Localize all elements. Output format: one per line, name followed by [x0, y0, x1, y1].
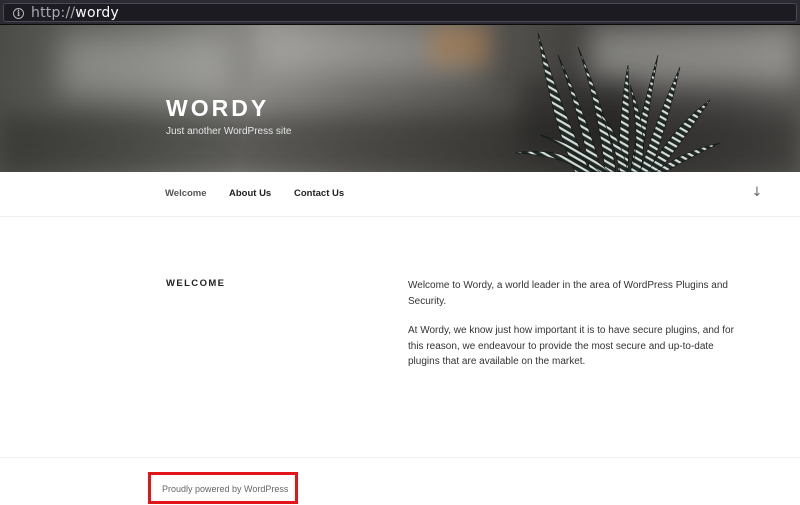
url-scheme: http:// — [31, 5, 76, 21]
site-title[interactable]: WORDY — [166, 95, 269, 122]
paragraph: Welcome to Wordy, a world leader in the … — [408, 280, 728, 307]
page-title: WELCOME — [166, 278, 226, 289]
entry-content: Welcome to Wordy, a world leader in the … — [408, 278, 748, 370]
powered-by-link[interactable]: Proudly powered by WordPress — [162, 484, 288, 494]
plant-image — [514, 32, 721, 172]
site-description: Just another WordPress site — [166, 126, 292, 137]
nav-item-welcome[interactable]: Welcome — [165, 188, 207, 199]
info-icon[interactable]: i — [13, 8, 24, 19]
header-image: WORDY Just another WordPress site — [0, 25, 800, 172]
nav-item-contact-us[interactable]: Contact Us — [294, 188, 344, 199]
footer-divider — [0, 457, 800, 458]
url-host: wordy — [75, 5, 119, 21]
nav-item-about-us[interactable]: About Us — [229, 188, 271, 199]
browser-toolbar: i http://wordy — [0, 0, 800, 25]
paragraph: At Wordy, we know just how important it … — [408, 325, 734, 367]
address-bar[interactable]: i http://wordy — [3, 3, 797, 22]
arrow-down-icon[interactable]: ↓ — [750, 184, 764, 202]
main-navigation: Welcome About Us Contact Us ↓ — [0, 172, 800, 217]
url-text[interactable]: http://wordy — [31, 5, 119, 22]
